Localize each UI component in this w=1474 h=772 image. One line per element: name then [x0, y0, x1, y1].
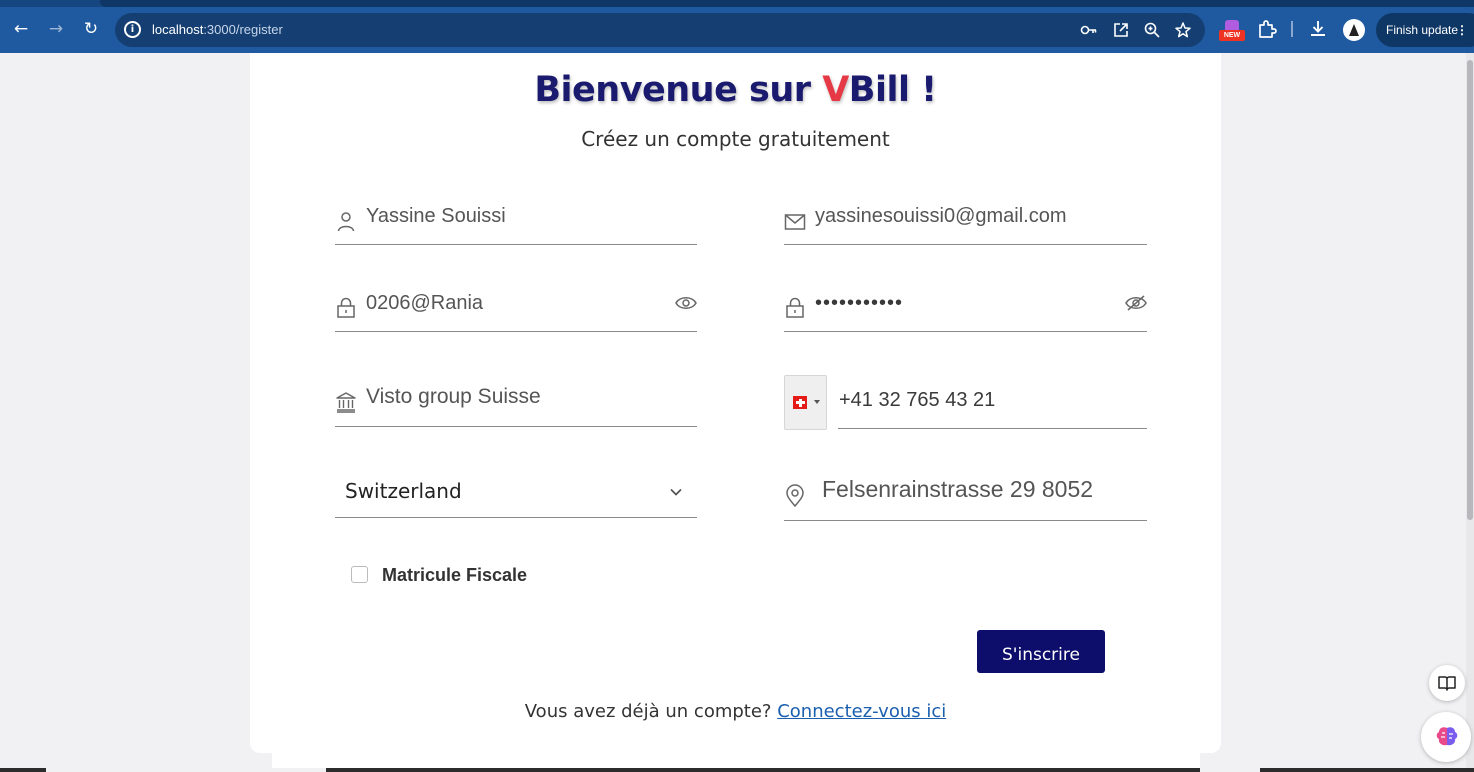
user-icon: [335, 210, 357, 232]
email-field[interactable]: yassinesouissi0@gmail.com: [784, 200, 1147, 245]
lock-icon: [784, 296, 806, 318]
page-subtitle: Créez un compte gratuitement: [581, 127, 890, 151]
forward-arrow-icon[interactable]: →: [45, 18, 67, 40]
active-tab[interactable]: [100, 0, 1474, 7]
login-prompt: Vous avez déjà un compte? Connectez-vous…: [524, 701, 947, 722]
name-value: Yassine Souissi: [366, 205, 506, 227]
country-value: Switzerland: [345, 479, 462, 503]
name-field[interactable]: Yassine Souissi: [335, 200, 697, 245]
bank-icon: [335, 391, 357, 413]
swiss-flag-icon: [793, 396, 807, 409]
new-extension-icon[interactable]: NEW: [1219, 20, 1245, 42]
profile-avatar[interactable]: [1343, 19, 1365, 41]
scrollbar-thumb[interactable]: [1467, 60, 1473, 520]
page-title: Bienvenue sur VBill !: [534, 70, 937, 110]
phone-field[interactable]: +41 32 765 43 21: [838, 378, 1147, 429]
toolbar-divider: [1291, 21, 1293, 37]
address-field[interactable]: Felsenrainstrasse 29 8052: [784, 470, 1147, 521]
zoom-icon[interactable]: [1143, 21, 1161, 39]
email-value: yassinesouissi0@gmail.com: [815, 205, 1067, 227]
phone-value: +41 32 765 43 21: [839, 389, 996, 411]
bookmark-star-icon[interactable]: [1174, 21, 1192, 39]
address-bar[interactable]: i localhost:3000/register: [115, 13, 1205, 47]
confirm-password-value: •••••••••••: [815, 292, 904, 314]
password-key-icon[interactable]: [1080, 21, 1098, 39]
brand-v: V: [822, 70, 849, 110]
finish-update-button[interactable]: Finish update ⋮: [1376, 13, 1474, 47]
address-value: Felsenrainstrasse 29 8052: [822, 476, 1094, 502]
caret-down-icon: [814, 400, 820, 404]
site-info-icon[interactable]: i: [124, 21, 141, 38]
lock-icon: [335, 296, 357, 318]
country-code-selector[interactable]: [784, 375, 827, 430]
more-menu-icon[interactable]: ⋮: [1456, 13, 1468, 47]
reload-icon[interactable]: ↻: [80, 18, 102, 40]
confirm-password-field[interactable]: •••••••••••: [784, 286, 1147, 332]
book-icon: [1437, 674, 1457, 696]
password-field[interactable]: 0206@Rania: [335, 286, 697, 332]
login-link[interactable]: Connectez-vous ici: [777, 701, 946, 722]
download-icon[interactable]: [1307, 18, 1329, 40]
register-button[interactable]: S'inscrire: [977, 630, 1105, 673]
back-arrow-icon[interactable]: ←: [10, 18, 32, 40]
matricule-checkbox[interactable]: [351, 566, 368, 583]
ai-assistant-button[interactable]: [1421, 712, 1471, 762]
open-in-app-icon[interactable]: [1112, 21, 1130, 39]
company-value: Visto group Suisse: [366, 385, 541, 408]
extensions-puzzle-icon[interactable]: [1256, 18, 1278, 40]
envelope-icon: [784, 211, 806, 233]
url-text[interactable]: localhost:3000/register: [152, 22, 283, 37]
location-pin-icon: [784, 484, 806, 508]
eye-slash-icon[interactable]: [1125, 294, 1147, 311]
country-select[interactable]: Switzerland: [335, 470, 697, 518]
matricule-label[interactable]: Matricule Fiscale: [382, 565, 527, 586]
company-field[interactable]: Visto group Suisse: [335, 378, 697, 427]
brain-icon: [1434, 725, 1460, 753]
chevron-down-icon: [669, 484, 683, 498]
reader-mode-button[interactable]: [1429, 665, 1465, 701]
password-value: 0206@Rania: [366, 292, 484, 314]
taskbar-edge: [0, 768, 1474, 772]
eye-icon[interactable]: [675, 295, 697, 311]
